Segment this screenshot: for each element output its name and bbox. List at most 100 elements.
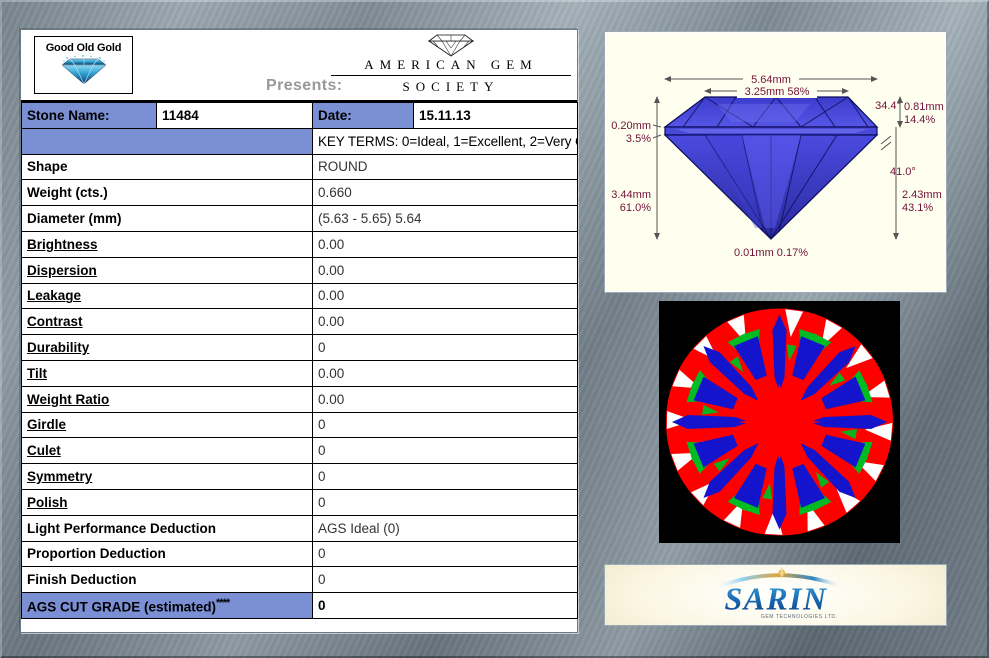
spec-label-text: Weight (cts.) <box>27 185 108 201</box>
key-terms-spacer <box>21 127 313 155</box>
spec-label: Light Performance Deduction <box>21 514 313 542</box>
table-row: Durability 0 <box>21 334 578 361</box>
aset-light-performance-image <box>660 302 899 542</box>
table-row: Weight (cts.) 0.660 <box>21 179 578 207</box>
diamond-profile-shape <box>663 96 879 240</box>
spec-label-text: Culet <box>27 443 61 459</box>
spec-label-text: Symmetry <box>27 469 93 485</box>
pavilion-depth-label: 2.43mm <box>902 189 942 201</box>
culet-label: 0.01mm 0.17% <box>734 247 808 259</box>
diamond-profile-diagram: 5.64mm 3.25mm 58% 0.20mm 3.5% 34.4° 0.81… <box>611 72 944 259</box>
stone-name-row: Stone Name: 11484 Date: 15.11.13 <box>21 102 578 129</box>
pavilion-depth-dimension: 2.43mm 43.1% <box>893 127 942 240</box>
sarin-wordmark: SARIN <box>724 582 827 617</box>
table-row: Culet 0 <box>21 437 578 465</box>
spec-label: Weight (cts.) <box>21 179 313 207</box>
crown-angle-label: 34.4° <box>875 100 901 112</box>
pavilion-angle-dimension: 41.0° <box>880 135 916 178</box>
stone-name-label: Stone Name: <box>21 102 157 129</box>
crown-angle-dimension: 34.4° <box>875 100 901 112</box>
spec-label-text: Weight Ratio <box>27 391 110 407</box>
spec-value: 0 <box>312 463 578 490</box>
diamond-icon <box>35 54 132 90</box>
diamond-report-panel: Good Old Gold Presents: AMERICAN GEM SOC… <box>20 29 578 633</box>
ags-cut-grade-value: 0 <box>312 592 578 619</box>
girdle-dimension: 0.20mm 3.5% <box>611 120 662 145</box>
table-row: Symmetry 0 <box>21 463 578 490</box>
spec-label-text: Leakage <box>27 288 82 304</box>
spec-label[interactable]: Leakage <box>21 282 313 310</box>
spec-value: 0.00 <box>312 256 578 284</box>
spec-label[interactable]: Durability <box>21 334 313 361</box>
spec-value: 0.660 <box>312 179 578 207</box>
ags-line-one: AMERICAN GEM <box>331 57 571 76</box>
spec-value: 0 <box>312 488 578 516</box>
spec-value: 0.00 <box>312 282 578 310</box>
diamond-profile-panel: 5.64mm 3.25mm 58% 0.20mm 3.5% 34.4° 0.81… <box>604 31 947 293</box>
diameter-dimension: 5.64mm <box>664 72 878 86</box>
table-row: Tilt 0.00 <box>21 359 578 387</box>
table-row: Shape ROUND <box>21 153 578 181</box>
table-dimension: 3.25mm 58% <box>704 84 849 98</box>
table-row: Brightness 0.00 <box>21 230 578 258</box>
spec-label-text: Tilt <box>27 365 47 381</box>
spec-label-text: Diameter (mm) <box>27 211 122 227</box>
girdle-label: 0.20mm <box>611 120 651 132</box>
spec-label[interactable]: Weight Ratio <box>21 385 313 413</box>
spec-label-text: Girdle <box>27 417 67 433</box>
crown-height-dimension: 0.81mm 14.4% <box>897 96 944 128</box>
spec-value: (5.63 - 5.65) 5.64 <box>312 205 578 232</box>
table-label: 3.25mm 58% <box>745 86 810 98</box>
american-gem-society-logo: AMERICAN GEM SOCIETY <box>331 33 571 95</box>
ags-cut-grade-row: AGS CUT GRADE (estimated)**** 0 <box>21 592 578 619</box>
spec-label-text: Proportion Deduction <box>27 546 166 562</box>
crown-height-percent-label: 14.4% <box>904 114 935 126</box>
spec-label-text: Contrast <box>27 314 83 330</box>
sarin-logo-panel: SARIN GEM TECHNOLOGIES LTD. <box>604 564 947 626</box>
spec-label[interactable]: Contrast <box>21 308 313 336</box>
spec-value: AGS Ideal (0) <box>312 514 578 542</box>
table-row: Diameter (mm) (5.63 - 5.65) 5.64 <box>21 205 578 232</box>
spec-label[interactable]: Dispersion <box>21 256 313 284</box>
aset-image-panel <box>659 301 900 543</box>
spec-label[interactable]: Girdle <box>21 411 313 439</box>
ags-cut-grade-label: AGS CUT GRADE (estimated)**** <box>21 592 313 619</box>
pavilion-angle-label: 41.0° <box>890 166 916 178</box>
pavilion-depth-percent-label: 43.1% <box>902 202 933 214</box>
total-depth-dimension: 3.44mm 61.0% <box>611 96 660 240</box>
date-value: 15.11.13 <box>413 102 578 129</box>
ags-line-two: SOCIETY <box>402 79 500 94</box>
ags-cut-grade-label-text: AGS CUT GRADE (estimated) <box>27 599 217 615</box>
specification-rows: Shape ROUND Weight (cts.) 0.660 Diameter (mm… <box>21 153 578 594</box>
spec-value: 0 <box>312 437 578 465</box>
ags-cut-grade-asterisks: **** <box>216 596 230 609</box>
sarin-logo: SARIN GEM TECHNOLOGIES LTD. <box>712 566 844 620</box>
spec-label-text: Brightness <box>27 236 98 252</box>
spec-value: 0.00 <box>312 385 578 413</box>
crown-height-label: 0.81mm <box>904 101 944 113</box>
spec-value: 0 <box>312 334 578 361</box>
table-row: Dispersion 0.00 <box>21 256 578 284</box>
spec-label[interactable]: Tilt <box>21 359 313 387</box>
spec-label-text: Durability <box>27 340 90 356</box>
sarin-tagline: GEM TECHNOLOGIES LTD. <box>761 614 838 620</box>
spec-label[interactable]: Symmetry <box>21 463 313 490</box>
culet-dimension: 0.01mm 0.17% <box>734 247 808 259</box>
spec-label: Shape <box>21 153 313 181</box>
girdle-percent-label: 3.5% <box>626 133 651 145</box>
spec-label[interactable]: Culet <box>21 437 313 465</box>
stone-name-value: 11484 <box>156 102 313 129</box>
spec-label[interactable]: Brightness <box>21 230 313 258</box>
spec-value: 0.00 <box>312 308 578 336</box>
table-row: Finish Deduction 0 <box>21 566 578 594</box>
diamond-icon <box>331 33 571 57</box>
spec-label-text: Shape <box>27 159 68 175</box>
spec-label-text: Polish <box>27 494 68 510</box>
diamond-specification-table: Stone Name: 11484 Date: 15.11.13 KEY TER… <box>21 102 578 619</box>
spec-value: ROUND <box>312 153 578 181</box>
table-row: Light Performance Deduction AGS Ideal (0) <box>21 514 578 542</box>
table-row: Girdle 0 <box>21 411 578 439</box>
spec-label[interactable]: Polish <box>21 488 313 516</box>
table-row: Polish 0 <box>21 488 578 516</box>
spec-value: 0 <box>312 540 578 568</box>
